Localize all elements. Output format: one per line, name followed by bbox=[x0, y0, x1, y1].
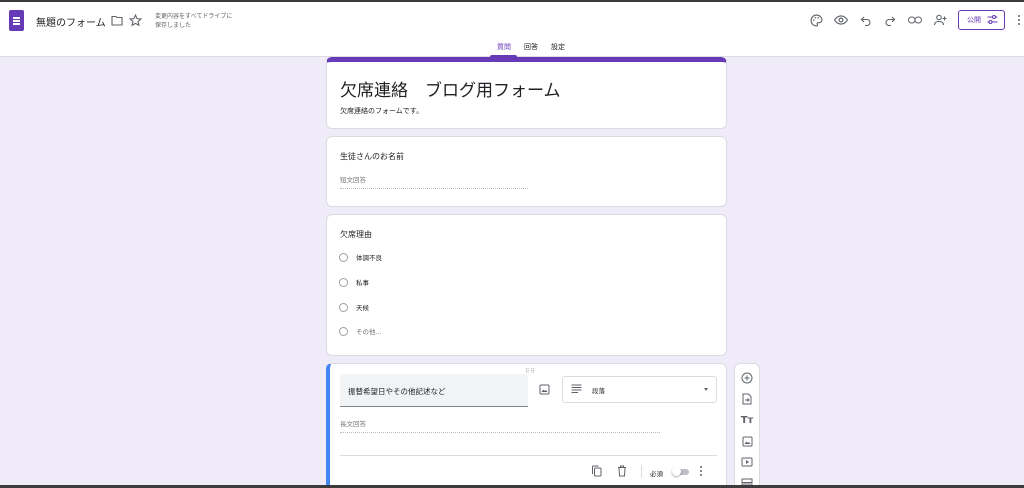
radio-option-other[interactable]: その他... bbox=[339, 326, 382, 336]
duplicate-icon[interactable] bbox=[589, 464, 603, 478]
radio-option[interactable]: 天候 bbox=[339, 302, 369, 312]
form-title[interactable]: 欠席連絡 ブログ用フォーム bbox=[340, 76, 561, 101]
question-title: 生徒さんのお名前 bbox=[340, 152, 404, 161]
folder-icon[interactable] bbox=[110, 13, 124, 27]
question-type-label: 段落 bbox=[592, 386, 605, 395]
forms-app-icon[interactable] bbox=[9, 10, 24, 31]
palette-icon[interactable] bbox=[808, 12, 824, 28]
add-image-icon[interactable] bbox=[740, 434, 754, 448]
delete-icon[interactable] bbox=[615, 464, 629, 478]
question-type-dropdown[interactable]: 段落 bbox=[562, 376, 717, 403]
preview-icon[interactable] bbox=[833, 12, 849, 28]
form-title-card[interactable]: 欠席連絡 ブログ用フォーム 欠席連絡のフォームです。 bbox=[326, 57, 727, 129]
publish-settings-icon bbox=[987, 14, 998, 26]
more-vert-icon[interactable] bbox=[1017, 13, 1021, 27]
question-card-name[interactable]: 生徒さんのお名前 短文回答 bbox=[326, 136, 727, 207]
import-questions-icon[interactable] bbox=[740, 392, 754, 406]
radio-option[interactable]: 私事 bbox=[339, 277, 369, 287]
document-title[interactable]: 無題のフォーム bbox=[36, 14, 106, 29]
radio-option[interactable]: 体調不良 bbox=[339, 252, 382, 262]
required-label: 必須 bbox=[650, 470, 663, 478]
question-card-notes-active[interactable]: ⠿⠿ 振替希望日やその他記述など 段落 長文回答 必須 bbox=[326, 363, 727, 488]
radio-circle-icon bbox=[339, 326, 348, 336]
form-description[interactable]: 欠席連絡のフォームです。 bbox=[340, 106, 423, 116]
save-status: 変更内容をすべてドライブに 保存しました bbox=[155, 13, 233, 29]
radio-circle-icon bbox=[339, 302, 348, 312]
radio-circle-icon bbox=[339, 252, 348, 262]
add-image-icon[interactable] bbox=[537, 382, 551, 396]
radio-circle-icon bbox=[339, 277, 348, 287]
footer-divider bbox=[340, 455, 717, 456]
star-icon[interactable] bbox=[128, 13, 142, 27]
tab-settings[interactable]: 設定 bbox=[551, 42, 565, 52]
question-card-reason[interactable]: 欠席理由 体調不良 私事 天候 その他... bbox=[326, 214, 727, 356]
question-title: 欠席理由 bbox=[340, 230, 372, 239]
question-more-icon[interactable] bbox=[699, 464, 703, 478]
side-toolbar: Tт bbox=[734, 363, 760, 488]
publish-label: 公開 bbox=[967, 16, 981, 24]
required-toggle[interactable] bbox=[672, 467, 689, 476]
add-collaborator-icon[interactable] bbox=[932, 12, 948, 28]
paragraph-icon bbox=[571, 384, 582, 395]
chevron-down-icon bbox=[704, 388, 708, 391]
add-question-icon[interactable] bbox=[740, 371, 754, 385]
tab-questions[interactable]: 質問 bbox=[497, 42, 511, 52]
link-icon[interactable] bbox=[907, 12, 923, 28]
tab-responses[interactable]: 回答 bbox=[524, 42, 538, 52]
question-title-input[interactable]: 振替希望日やその他記述など bbox=[340, 374, 528, 407]
short-answer-placeholder: 短文回答 bbox=[340, 174, 528, 189]
form-tabs: 質問 回答 設定 bbox=[0, 40, 1024, 57]
footer-separator bbox=[641, 465, 642, 478]
redo-icon[interactable] bbox=[882, 12, 898, 28]
add-video-icon[interactable] bbox=[740, 455, 754, 469]
long-answer-placeholder: 長文回答 bbox=[340, 418, 660, 433]
publish-button[interactable]: 公開 bbox=[958, 10, 1005, 30]
undo-icon[interactable] bbox=[858, 12, 874, 28]
add-title-icon[interactable]: Tт bbox=[740, 413, 754, 427]
